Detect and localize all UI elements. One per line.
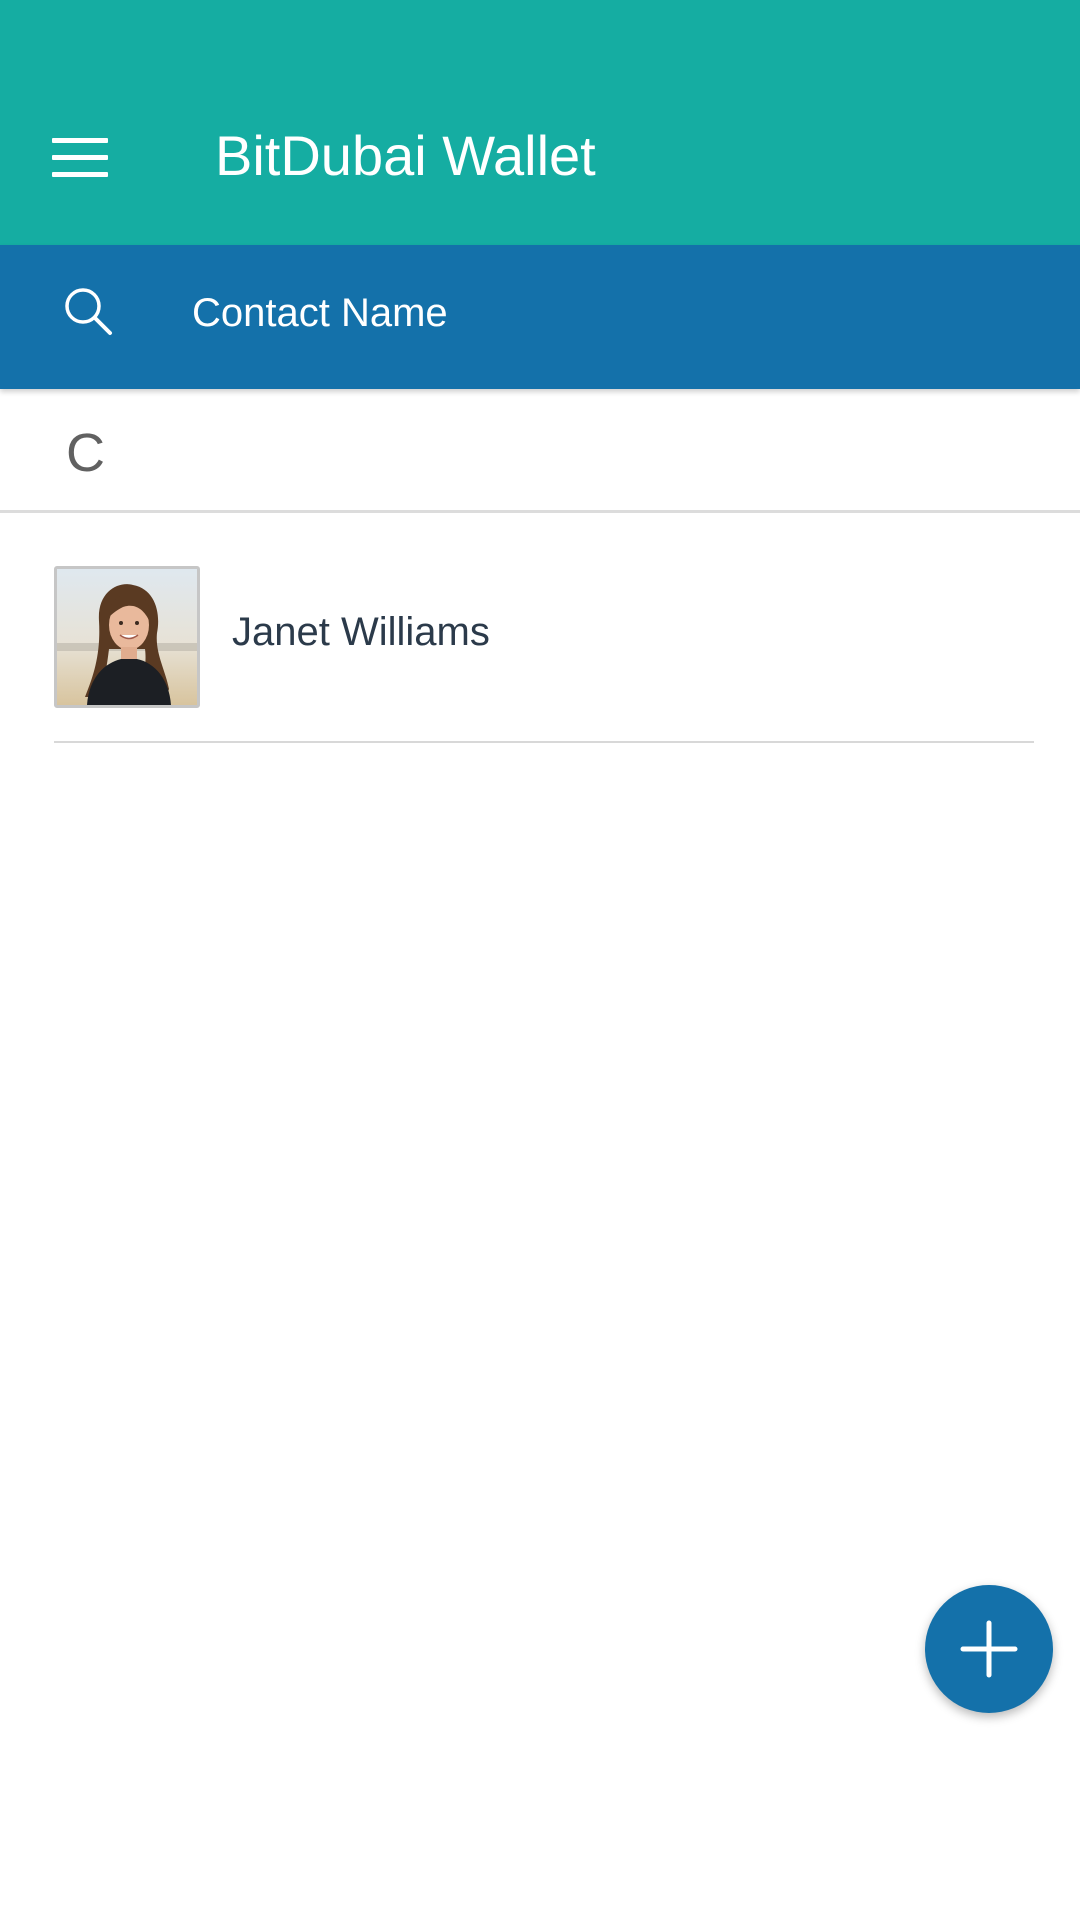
contact-name: Janet Williams [232, 610, 490, 654]
hamburger-menu-icon [52, 138, 108, 178]
plus-icon [960, 1620, 1018, 1678]
section-header [0, 389, 1080, 513]
contact-avatar [54, 566, 200, 708]
search-icon[interactable] [62, 285, 114, 337]
menu-button[interactable] [40, 122, 120, 194]
section-letter: C [66, 423, 105, 483]
contact-search-input[interactable] [192, 283, 1012, 343]
contact-list-item[interactable]: Janet Williams [54, 513, 1034, 743]
add-contact-button[interactable] [925, 1585, 1053, 1713]
app-title: BitDubai Wallet [215, 124, 596, 187]
